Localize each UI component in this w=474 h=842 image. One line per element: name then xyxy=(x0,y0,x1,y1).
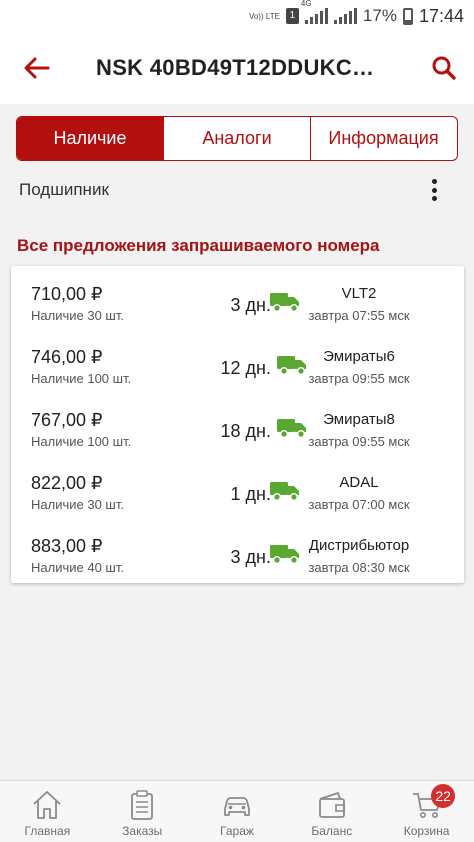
cart-count-badge: 22 xyxy=(431,784,456,808)
offer-eta: завтра 09:55 мск xyxy=(308,434,410,449)
offer-stock: Наличие 100 шт. xyxy=(31,434,132,449)
more-options-button[interactable] xyxy=(424,176,444,204)
nav-cart-label: Корзина xyxy=(403,824,450,838)
offer-delivery-days: 18 дн. xyxy=(220,421,271,441)
section-title: Все предложения запрашиваемого номера xyxy=(17,236,380,255)
nav-home[interactable]: Главная xyxy=(0,781,95,842)
offer-delivery-days: 12 дн. xyxy=(220,358,271,378)
sim-icon: 1 xyxy=(285,8,299,24)
part-name-row: Подшипник xyxy=(0,170,474,210)
arrow-left-icon xyxy=(24,57,50,79)
offer-price: 883,00 ₽ xyxy=(31,536,103,556)
home-icon xyxy=(33,791,62,819)
battery-percent: 17% xyxy=(362,6,397,25)
tab-analogs[interactable]: Аналоги xyxy=(164,117,311,160)
volte-indicator: Vo)) LTE xyxy=(248,11,280,21)
clock: 17:44 xyxy=(418,5,464,26)
nav-orders[interactable]: Заказы xyxy=(95,781,190,842)
status-bar: Vo)) LTE 1 4G 17% 17:44 xyxy=(0,0,474,32)
offer-eta: завтра 08:30 мск xyxy=(308,560,410,575)
back-button[interactable] xyxy=(0,32,74,104)
nav-garage[interactable]: Гараж xyxy=(190,781,285,842)
car-icon xyxy=(224,797,250,816)
page-title: NSK 40BD49T12DDUKC… xyxy=(96,55,375,80)
nav-cart[interactable]: Корзина 22 xyxy=(379,781,474,842)
nav-balance-label: Баланс xyxy=(311,824,353,838)
offer-stock: Наличие 100 шт. xyxy=(31,371,132,386)
offer-eta: завтра 07:55 мск xyxy=(308,308,410,323)
signal-icon: 4G xyxy=(301,0,328,24)
offer-delivery-days: 3 дн. xyxy=(230,295,271,315)
nav-home-label: Главная xyxy=(24,824,71,838)
offer-price: 710,00 ₽ xyxy=(31,284,103,304)
battery-icon xyxy=(402,7,413,25)
wallet-icon xyxy=(318,792,345,818)
offer-eta: завтра 09:55 мск xyxy=(308,371,410,386)
offer-supplier: Эмираты6 xyxy=(323,348,395,365)
offer-price: 822,00 ₽ xyxy=(31,473,103,493)
offer-stock: Наличие 30 шт. xyxy=(31,497,124,512)
search-button[interactable] xyxy=(426,46,462,90)
part-name: Подшипник xyxy=(19,180,109,199)
dot-icon xyxy=(431,179,437,184)
tab-availability[interactable]: Наличие xyxy=(17,117,164,160)
nav-orders-label: Заказы xyxy=(122,824,163,838)
offer-delivery-days: 1 дн. xyxy=(230,484,271,504)
offer-row[interactable]: 767,00 ₽ Наличие 100 шт. 18 дн. Эмираты8… xyxy=(11,396,464,458)
offer-supplier: VLT2 xyxy=(341,285,377,302)
app-bar: NSK 40BD49T12DDUKC… xyxy=(0,32,474,104)
offer-price: 746,00 ₽ xyxy=(31,347,103,367)
offer-price: 767,00 ₽ xyxy=(31,410,103,430)
orders-icon xyxy=(131,790,154,820)
offer-supplier: Дистрибьютор xyxy=(308,537,410,554)
bottom-navigation: Главная Заказы Гараж Баланс Корзина 22 xyxy=(0,780,474,842)
dot-icon xyxy=(431,187,437,193)
offer-row[interactable]: 822,00 ₽ Наличие 30 шт. 1 дн. ADAL завтр… xyxy=(11,459,464,521)
segmented-tabs: Наличие Аналоги Информация xyxy=(16,116,458,161)
dot-icon xyxy=(431,196,437,201)
offer-stock: Наличие 30 шт. xyxy=(31,308,124,323)
offer-eta: завтра 07:00 мск xyxy=(308,497,410,512)
offer-row[interactable]: 710,00 ₽ Наличие 30 шт. 3 дн. VLT2 завтр… xyxy=(11,270,464,332)
offer-supplier: ADAL xyxy=(339,474,379,491)
offers-card: 710,00 ₽ Наличие 30 шт. 3 дн. VLT2 завтр… xyxy=(11,266,464,583)
offer-stock: Наличие 40 шт. xyxy=(31,560,124,575)
nav-balance[interactable]: Баланс xyxy=(284,781,379,842)
network-type: 4G xyxy=(300,0,312,8)
tab-information[interactable]: Информация xyxy=(311,117,456,160)
offer-row[interactable]: 746,00 ₽ Наличие 100 шт. 12 дн. Эмираты6… xyxy=(11,333,464,395)
signal-icon-2 xyxy=(333,8,357,24)
offer-row[interactable]: 883,00 ₽ Наличие 40 шт. 3 дн. Дистрибьют… xyxy=(11,522,464,584)
offer-supplier: Эмираты8 xyxy=(323,411,395,428)
nav-garage-label: Гараж xyxy=(220,824,254,838)
offer-delivery-days: 3 дн. xyxy=(230,547,271,567)
search-icon xyxy=(432,56,456,80)
